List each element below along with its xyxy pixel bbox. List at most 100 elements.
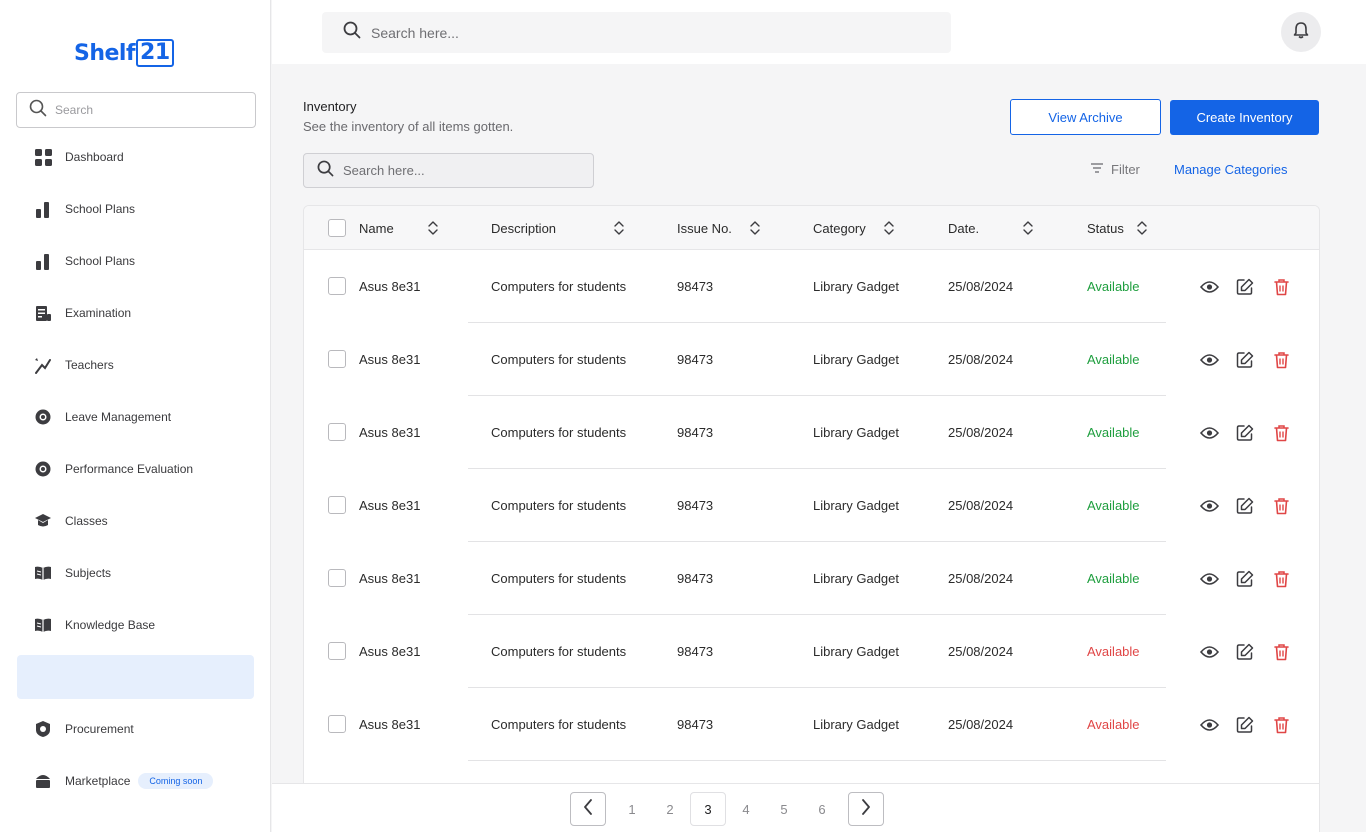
sidebar-item-knowledge-base[interactable]: Knowledge Base	[0, 599, 270, 651]
inventory-search-input[interactable]	[343, 163, 573, 178]
inventory-table: Name Description Issue No. Category Date…	[303, 205, 1320, 832]
global-search-input[interactable]	[371, 24, 931, 41]
global-search[interactable]	[322, 12, 951, 53]
sidebar-item-marketplace[interactable]: Marketplace Coming soon	[0, 755, 270, 807]
table-row[interactable]: Asus 8e31 Computers for students 98473 L…	[304, 250, 1319, 323]
table-row[interactable]: Asus 8e31 Computers for students 98473 L…	[304, 688, 1319, 761]
view-icon[interactable]	[1199, 496, 1219, 516]
sidebar-item-procurement[interactable]: Procurement	[0, 703, 270, 755]
sidebar-item-label: Teachers	[65, 358, 114, 372]
teacher-icon	[34, 356, 52, 374]
table-row[interactable]: Asus 8e31 Computers for students 98473 L…	[304, 542, 1319, 615]
view-icon[interactable]	[1199, 350, 1219, 370]
sidebar-item-active[interactable]	[17, 655, 254, 699]
table-row[interactable]: Asus 8e31 Computers for students 98473 L…	[304, 323, 1319, 396]
sidebar-item-teachers[interactable]: Teachers	[0, 339, 270, 391]
row-checkbox[interactable]	[328, 496, 346, 514]
row-checkbox[interactable]	[328, 350, 346, 368]
edit-icon[interactable]	[1235, 715, 1255, 735]
page-number-5[interactable]: 5	[766, 792, 802, 826]
status-badge: Available	[1087, 279, 1140, 294]
inventory-search[interactable]	[303, 153, 594, 188]
delete-icon[interactable]	[1271, 350, 1291, 370]
status-badge: Available	[1087, 571, 1140, 586]
manage-categories-link[interactable]: Manage Categories	[1174, 162, 1287, 177]
sidebar-item-school-plans-2[interactable]: School Plans	[0, 235, 270, 287]
logo[interactable]: Shelf 21	[74, 38, 174, 68]
dashboard-icon	[34, 148, 52, 166]
cell-issue-no: 98473	[677, 425, 714, 440]
delete-icon[interactable]	[1271, 569, 1291, 589]
sort-icon[interactable]	[749, 220, 761, 236]
view-icon[interactable]	[1199, 423, 1219, 443]
view-archive-button[interactable]: View Archive	[1010, 99, 1161, 135]
cell-issue-no: 98473	[677, 352, 714, 367]
sidebar-item-performance-evaluation[interactable]: Performance Evaluation	[0, 443, 270, 495]
view-icon[interactable]	[1199, 277, 1219, 297]
view-icon[interactable]	[1199, 642, 1219, 662]
row-checkbox[interactable]	[328, 277, 346, 295]
status-badge: Available	[1087, 425, 1140, 440]
edit-icon[interactable]	[1235, 277, 1255, 297]
bell-icon	[1293, 21, 1309, 44]
filter-button[interactable]: Filter	[1090, 162, 1140, 177]
cell-category: Library Gadget	[813, 352, 899, 367]
sidebar-search[interactable]	[16, 92, 256, 128]
edit-icon[interactable]	[1235, 350, 1255, 370]
row-checkbox[interactable]	[328, 642, 346, 660]
notifications-button[interactable]	[1281, 12, 1321, 52]
page-number-4[interactable]: 4	[728, 792, 764, 826]
row-checkbox[interactable]	[328, 715, 346, 733]
sidebar-item-classes[interactable]: Classes	[0, 495, 270, 547]
page-number-6[interactable]: 6	[804, 792, 840, 826]
select-all-checkbox[interactable]	[328, 219, 346, 237]
sidebar-item-school-plans[interactable]: School Plans	[0, 183, 270, 235]
delete-icon[interactable]	[1271, 423, 1291, 443]
cell-date: 25/08/2024	[948, 498, 1014, 513]
sidebar-search-input[interactable]	[55, 103, 235, 117]
sidebar-item-leave-management[interactable]: Leave Management	[0, 391, 270, 443]
page-number-1[interactable]: 1	[614, 792, 650, 826]
table-row[interactable]: Asus 8e31 Computers for students 98473 L…	[304, 469, 1319, 542]
view-icon[interactable]	[1199, 715, 1219, 735]
view-icon[interactable]	[1199, 569, 1219, 589]
row-checkbox[interactable]	[328, 569, 346, 587]
page-subtitle: See the inventory of all items gotten.	[303, 119, 514, 134]
table-row[interactable]: Asus 8e31 Computers for students 98473 L…	[304, 615, 1319, 688]
sidebar-item-dashboard[interactable]: Dashboard	[0, 131, 270, 183]
cell-issue-no: 98473	[677, 498, 714, 513]
sort-icon[interactable]	[1136, 220, 1148, 236]
delete-icon[interactable]	[1271, 496, 1291, 516]
delete-icon[interactable]	[1271, 715, 1291, 735]
next-page-button[interactable]	[848, 792, 884, 826]
cell-issue-no: 98473	[677, 279, 714, 294]
delete-icon[interactable]	[1271, 642, 1291, 662]
page-number-3[interactable]: 3	[690, 792, 726, 826]
sort-icon[interactable]	[427, 220, 439, 236]
edit-icon[interactable]	[1235, 642, 1255, 662]
edit-icon[interactable]	[1235, 496, 1255, 516]
cell-category: Library Gadget	[813, 279, 899, 294]
cell-date: 25/08/2024	[948, 352, 1014, 367]
edit-icon[interactable]	[1235, 423, 1255, 443]
lifebuoy-icon	[34, 460, 52, 478]
table-header: Name Description Issue No. Category Date…	[304, 206, 1319, 250]
row-checkbox[interactable]	[328, 423, 346, 441]
create-inventory-button[interactable]: Create Inventory	[1170, 100, 1319, 135]
prev-page-button[interactable]	[570, 792, 606, 826]
sidebar-item-subjects[interactable]: Subjects	[0, 547, 270, 599]
status-badge: Available	[1087, 352, 1140, 367]
edit-icon[interactable]	[1235, 569, 1255, 589]
cell-date: 25/08/2024	[948, 717, 1014, 732]
cell-name: Asus 8e31	[359, 571, 421, 586]
page-number-2[interactable]: 2	[652, 792, 688, 826]
delete-icon[interactable]	[1271, 277, 1291, 297]
filter-label: Filter	[1111, 162, 1140, 177]
column-header-date: Date.	[948, 220, 980, 236]
sort-icon[interactable]	[1022, 220, 1034, 236]
status-badge: Available	[1087, 498, 1140, 513]
sidebar-item-examination[interactable]: Examination	[0, 287, 270, 339]
sort-icon[interactable]	[883, 220, 895, 236]
table-row[interactable]: Asus 8e31 Computers for students 98473 L…	[304, 396, 1319, 469]
sort-icon[interactable]	[613, 220, 625, 236]
